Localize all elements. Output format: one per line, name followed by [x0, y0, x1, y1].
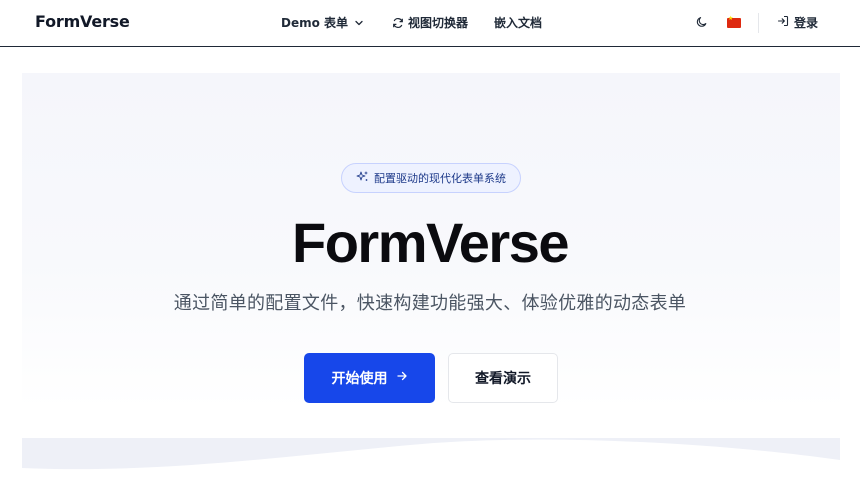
brand-logo[interactable]: FormVerse [35, 12, 130, 31]
get-started-label: 开始使用 [331, 371, 388, 387]
login-button[interactable]: 登录 [777, 14, 818, 31]
nav-demo-forms-dropdown[interactable]: Demo 表单 [281, 14, 364, 31]
nav-demo-forms-label: Demo 表单 [281, 16, 349, 30]
nav-view-switcher[interactable]: 视图切换器 [392, 14, 468, 31]
china-flag-icon [726, 15, 741, 28]
nav-view-switcher-label: 视图切换器 [408, 16, 469, 30]
view-demo-button[interactable]: 查看演示 [448, 353, 558, 403]
main-nav: Demo 表单 视图切换器 嵌入文档 [281, 0, 542, 45]
hero-badge-text: 配置驱动的现代化表单系统 [374, 172, 506, 185]
hero-badge: 配置驱动的现代化表单系统 [341, 163, 521, 193]
nav-embed-docs[interactable]: 嵌入文档 [494, 14, 542, 31]
nav-actions: 登录 [692, 0, 860, 45]
nav-divider [757, 12, 759, 33]
moon-icon [696, 13, 708, 32]
refresh-icon [392, 17, 404, 29]
language-switcher-button[interactable] [724, 13, 744, 33]
view-demo-label: 查看演示 [475, 371, 531, 387]
top-navbar: FormVerse Demo 表单 视图切换器 嵌入文档 ★ 登录 [0, 0, 860, 47]
theme-toggle-button[interactable] [692, 13, 712, 33]
login-label: 登录 [793, 16, 818, 30]
sparkles-icon [356, 170, 374, 186]
nav-embed-docs-label: 嵌入文档 [494, 16, 543, 30]
hero-section [22, 73, 840, 492]
hero-wave-divider [22, 438, 840, 470]
login-icon [777, 15, 789, 30]
get-started-button[interactable]: 开始使用 [304, 353, 435, 403]
chevron-down-icon [354, 18, 364, 28]
arrow-right-icon [388, 370, 408, 386]
hero-subtitle: 通过简单的配置文件，快速构建功能强大、体验优雅的动态表单 [173, 293, 687, 314]
hero-title: FormVerse [292, 211, 570, 274]
